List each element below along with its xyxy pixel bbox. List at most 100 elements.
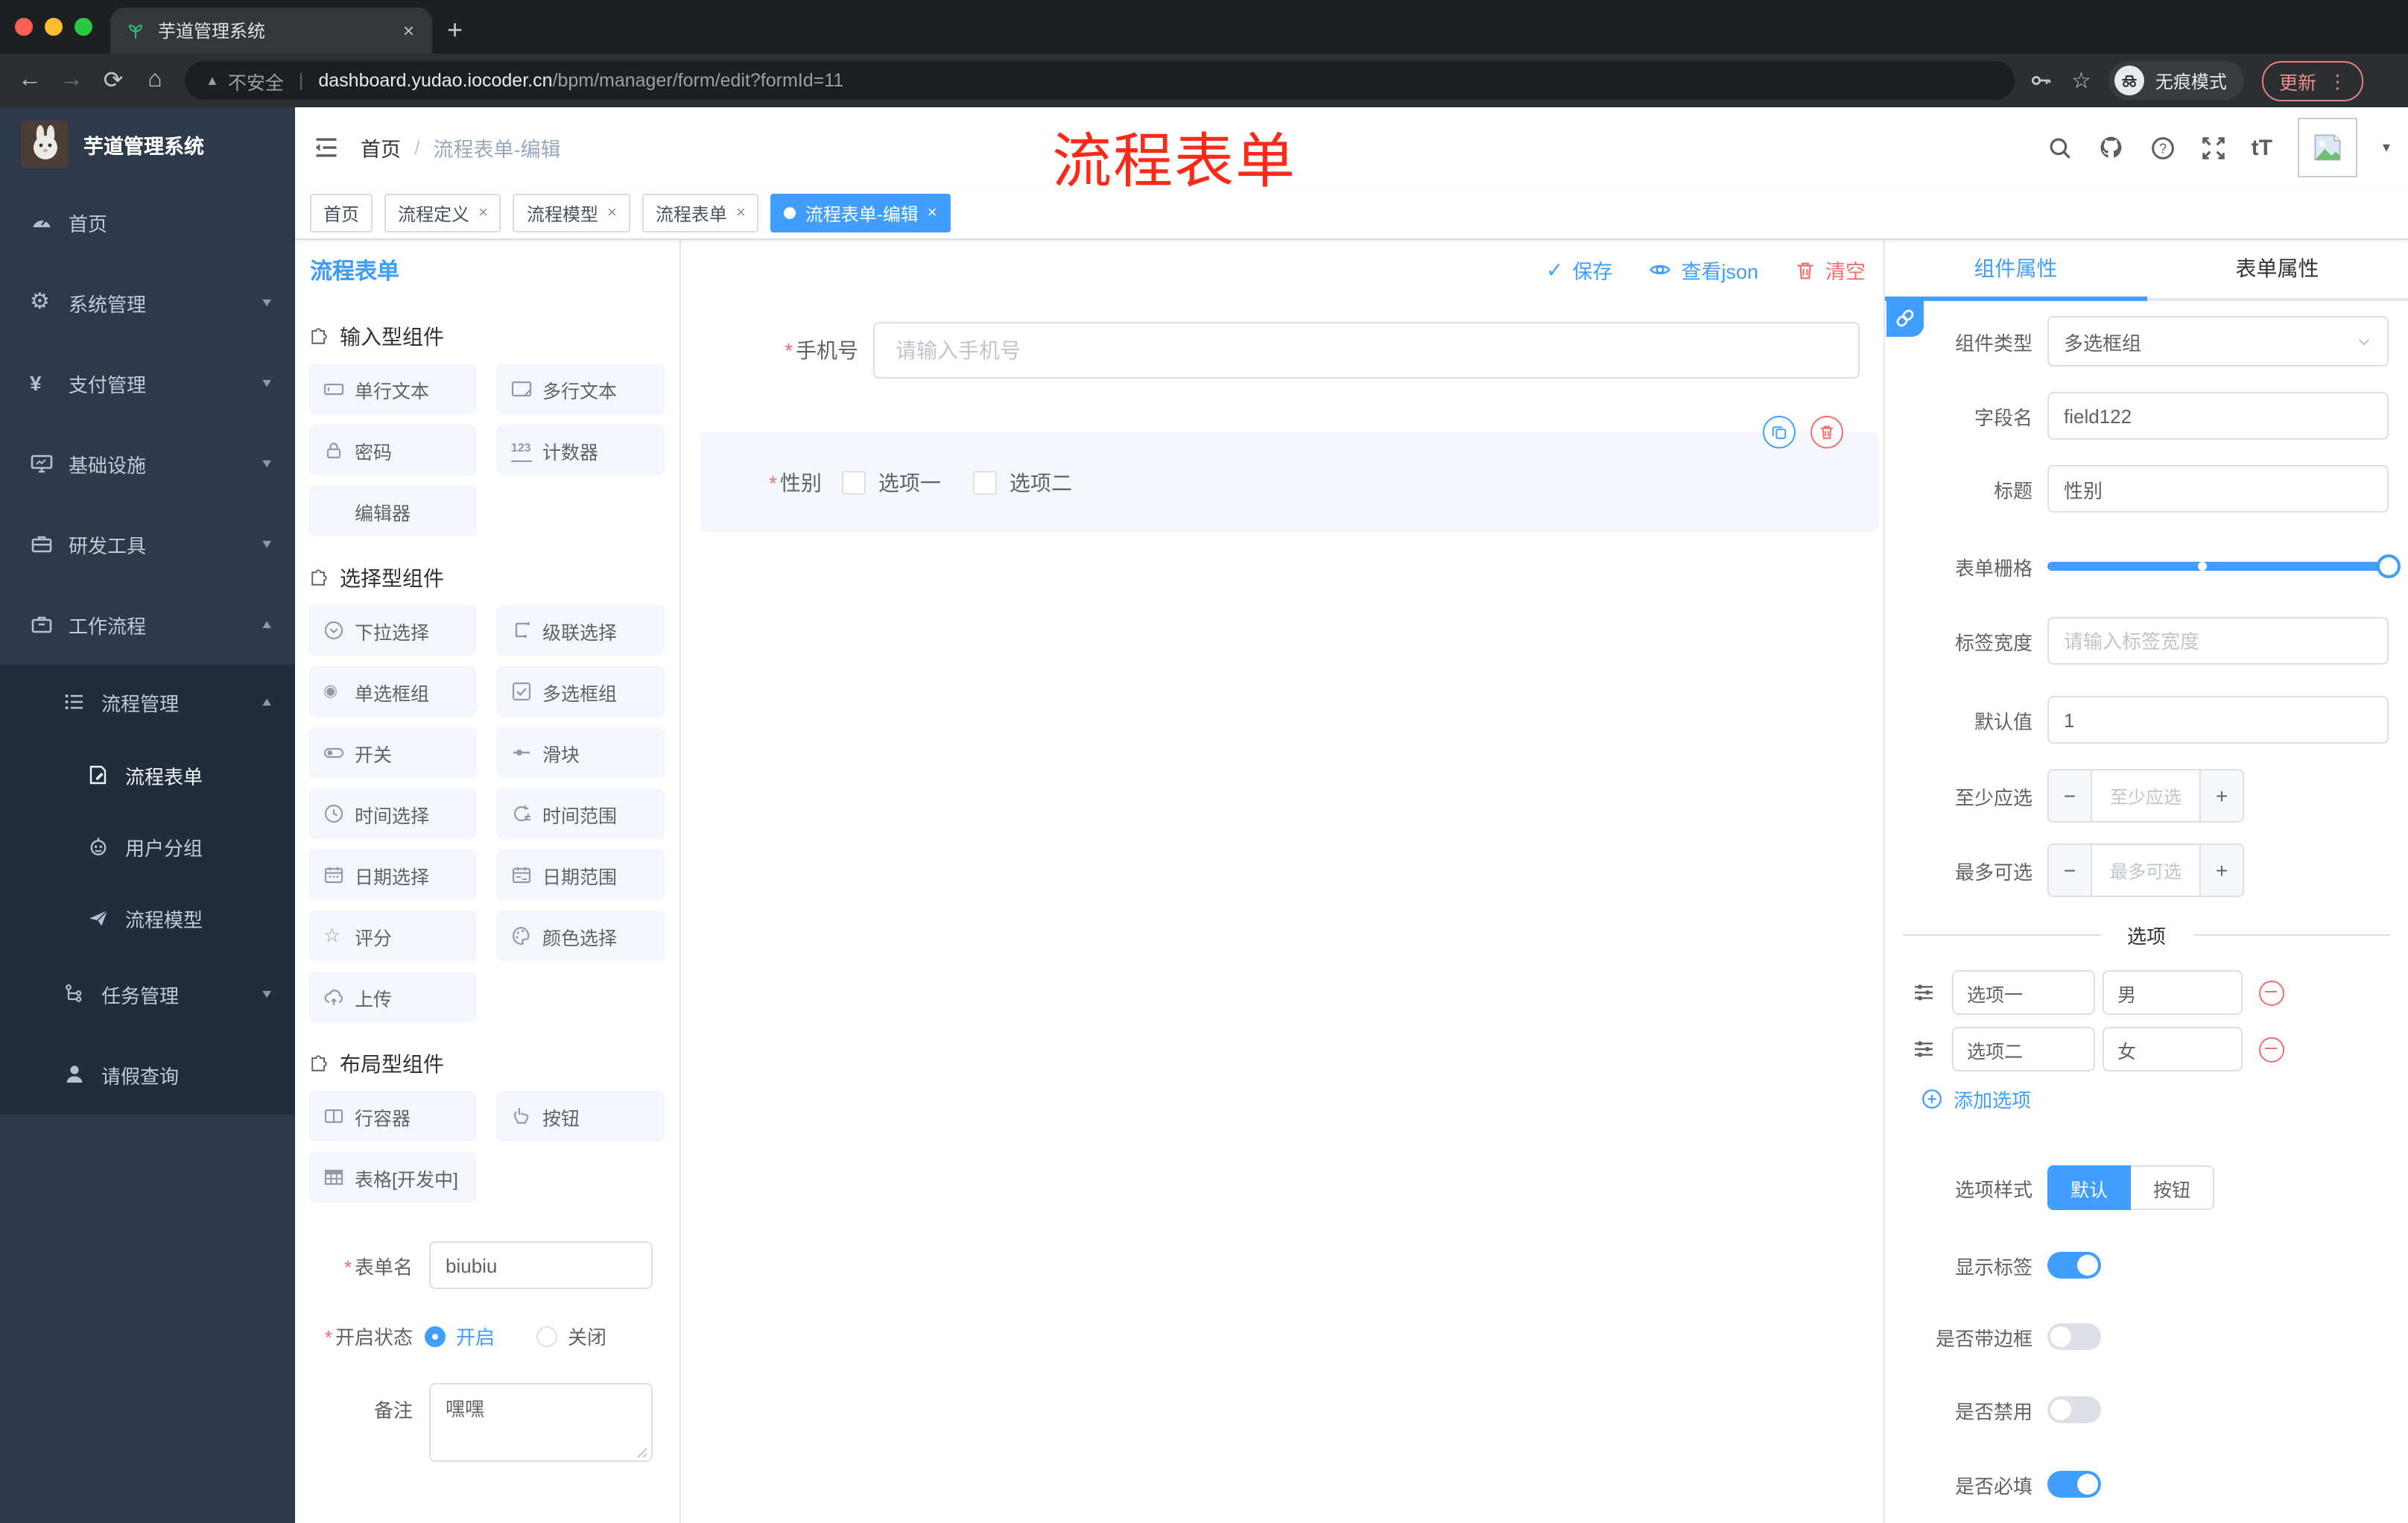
form-name-input[interactable] bbox=[429, 1241, 653, 1289]
avatar[interactable] bbox=[2297, 118, 2357, 177]
style-button-button[interactable]: 按钮 bbox=[2131, 1165, 2214, 1210]
tag-process-form-edit[interactable]: 流程表单-编辑 × bbox=[770, 194, 951, 232]
option1-value-input[interactable] bbox=[2103, 970, 2243, 1015]
component-switch[interactable]: 开关 bbox=[308, 727, 477, 778]
stepper-decrease-button[interactable]: − bbox=[2049, 845, 2092, 896]
component-checkbox-group[interactable]: 多选框组 bbox=[496, 666, 665, 717]
remove-option-button[interactable] bbox=[2259, 1036, 2284, 1062]
component-multi-text[interactable]: 多行文本 bbox=[496, 364, 665, 414]
tag-home[interactable]: 首页 bbox=[310, 194, 373, 232]
component-select[interactable]: 下拉选择 bbox=[308, 605, 477, 656]
sidebar-item-process-form[interactable]: 流程表单 bbox=[0, 739, 295, 811]
new-tab-button[interactable]: + bbox=[447, 9, 463, 51]
search-icon[interactable] bbox=[2047, 135, 2073, 160]
option2-value-input[interactable] bbox=[2103, 1027, 2243, 1071]
security-label[interactable]: 不安全 bbox=[228, 66, 284, 95]
sidebar-item-system[interactable]: ⚙ 系统管理 ▼ bbox=[0, 262, 295, 343]
stepper-decrease-button[interactable]: − bbox=[2049, 770, 2092, 821]
status-radio-on[interactable]: 开启 bbox=[425, 1322, 495, 1350]
component-counter[interactable]: 123 计数器 bbox=[496, 425, 665, 475]
tag-process-form[interactable]: 流程表单 × bbox=[641, 194, 759, 232]
sidebar-item-infra[interactable]: 基础设施 ▼ bbox=[0, 423, 295, 504]
stepper-increase-button[interactable]: + bbox=[2199, 770, 2243, 821]
tag-process-model[interactable]: 流程模型 × bbox=[513, 194, 630, 232]
sidebar-item-payment[interactable]: ¥ 支付管理 ▼ bbox=[0, 343, 295, 423]
field-name-input[interactable] bbox=[2047, 392, 2389, 440]
view-json-button[interactable]: 查看json bbox=[1648, 255, 1758, 285]
sidebar-item-user-group[interactable]: 用户分组 bbox=[0, 811, 295, 882]
label-width-input[interactable] bbox=[2047, 617, 2389, 665]
drag-handle-icon[interactable] bbox=[1912, 1037, 1936, 1061]
component-time-range[interactable]: 时间范围 bbox=[496, 788, 665, 839]
widget-delete-button[interactable] bbox=[1810, 416, 1843, 449]
sidebar-item-leave-query[interactable]: 请假查询 bbox=[0, 1034, 295, 1115]
stepper-placeholder[interactable]: 至少应选 bbox=[2092, 770, 2199, 821]
required-toggle-on[interactable] bbox=[2047, 1471, 2101, 1498]
clear-button[interactable]: 清空 bbox=[1794, 255, 1866, 285]
component-row-container[interactable]: 行容器 bbox=[308, 1091, 477, 1142]
drag-handle-icon[interactable] bbox=[1912, 981, 1936, 1004]
stepper-placeholder[interactable]: 最多可选 bbox=[2092, 845, 2199, 896]
sidebar-item-home[interactable]: 首页 bbox=[0, 182, 295, 262]
sidebar-item-process-mgmt[interactable]: 流程管理 ▲ bbox=[0, 665, 295, 739]
tab-close-icon[interactable]: × bbox=[400, 19, 417, 42]
phone-input[interactable] bbox=[873, 322, 1860, 379]
gender-checkbox-option2[interactable]: 选项二 bbox=[973, 468, 1072, 498]
reload-button[interactable]: ⟳ bbox=[92, 66, 134, 95]
font-size-icon[interactable]: tT bbox=[2252, 135, 2272, 160]
default-value-input[interactable] bbox=[2047, 696, 2389, 744]
component-button[interactable]: 按钮 bbox=[496, 1091, 665, 1142]
update-button[interactable]: 更新 ⋮ bbox=[2262, 60, 2363, 101]
form-grid-slider[interactable] bbox=[2047, 554, 2401, 578]
back-button[interactable]: ← bbox=[9, 67, 51, 94]
gender-checkbox-option1[interactable]: 选项一 bbox=[842, 468, 941, 498]
component-rate[interactable]: ☆ 评分 bbox=[308, 911, 477, 961]
browser-tab[interactable]: 芋道管理系统 × bbox=[110, 7, 432, 54]
sidebar-fold-icon[interactable] bbox=[313, 134, 340, 161]
save-button[interactable]: ✓ 保存 bbox=[1546, 255, 1612, 285]
widget-copy-button[interactable] bbox=[1763, 416, 1796, 449]
browser-menu-icon[interactable]: ⋮ bbox=[2328, 69, 2347, 92]
component-cascader[interactable]: 级联选择 bbox=[496, 605, 665, 656]
component-editor[interactable]: 编辑器 bbox=[308, 486, 477, 536]
canvas-gender-widget-selected[interactable]: * 性别 选项一 选项二 bbox=[700, 432, 1879, 532]
component-color-picker[interactable]: 颜色选择 bbox=[496, 911, 665, 961]
breadcrumb-home[interactable]: 首页 bbox=[361, 133, 401, 162]
avatar-caret-icon[interactable]: ▾ bbox=[2383, 139, 2390, 156]
component-single-text[interactable]: 单行文本 bbox=[308, 364, 477, 414]
tag-close-icon[interactable]: × bbox=[928, 204, 937, 222]
sidebar-item-devtools[interactable]: 研发工具 ▼ bbox=[0, 504, 295, 584]
window-close-button[interactable] bbox=[15, 18, 33, 36]
help-icon[interactable]: ? bbox=[2150, 135, 2176, 160]
component-slider[interactable]: 滑块 bbox=[496, 727, 665, 778]
option2-label-input[interactable] bbox=[1952, 1027, 2095, 1071]
form-remark-textarea[interactable]: 嘿嘿 bbox=[429, 1383, 653, 1462]
title-input[interactable] bbox=[2047, 465, 2389, 513]
window-zoom-button[interactable] bbox=[75, 18, 92, 36]
password-key-icon[interactable] bbox=[2030, 69, 2053, 92]
option1-label-input[interactable] bbox=[1952, 970, 2095, 1015]
component-date-picker[interactable]: 日期选择 bbox=[308, 849, 477, 900]
slider-handle[interactable] bbox=[2377, 554, 2401, 578]
tag-process-definition[interactable]: 流程定义 × bbox=[384, 194, 501, 232]
canvas-phone-field[interactable]: * 手机号 bbox=[681, 322, 1860, 379]
tag-close-icon[interactable]: × bbox=[478, 204, 488, 222]
show-label-toggle-on[interactable] bbox=[2047, 1252, 2101, 1279]
component-upload[interactable]: 上传 bbox=[308, 972, 477, 1022]
bookmark-star-icon[interactable]: ☆ bbox=[2071, 67, 2091, 94]
border-toggle-off[interactable] bbox=[2047, 1323, 2101, 1350]
component-date-range[interactable]: 日期范围 bbox=[496, 849, 665, 900]
sidebar-item-workflow[interactable]: 工作流程 ▲ bbox=[0, 584, 295, 665]
remove-option-button[interactable] bbox=[2259, 980, 2284, 1005]
disabled-toggle-off[interactable] bbox=[2047, 1396, 2101, 1423]
add-option-button[interactable]: 添加选项 bbox=[1921, 1085, 2031, 1113]
component-radio-group[interactable]: ◉ 单选框组 bbox=[308, 666, 477, 717]
component-type-select[interactable]: 多选框组 bbox=[2047, 316, 2389, 367]
forward-button[interactable]: → bbox=[51, 67, 92, 94]
tab-form-props[interactable]: 表单属性 bbox=[2146, 238, 2408, 298]
component-password[interactable]: 密码 bbox=[308, 425, 477, 475]
sidebar-item-task-mgmt[interactable]: 任务管理 ▼ bbox=[0, 954, 295, 1034]
status-radio-off[interactable]: 关闭 bbox=[536, 1322, 606, 1350]
fullscreen-icon[interactable] bbox=[2201, 135, 2226, 160]
sidebar-item-process-model[interactable]: 流程模型 bbox=[0, 882, 295, 954]
